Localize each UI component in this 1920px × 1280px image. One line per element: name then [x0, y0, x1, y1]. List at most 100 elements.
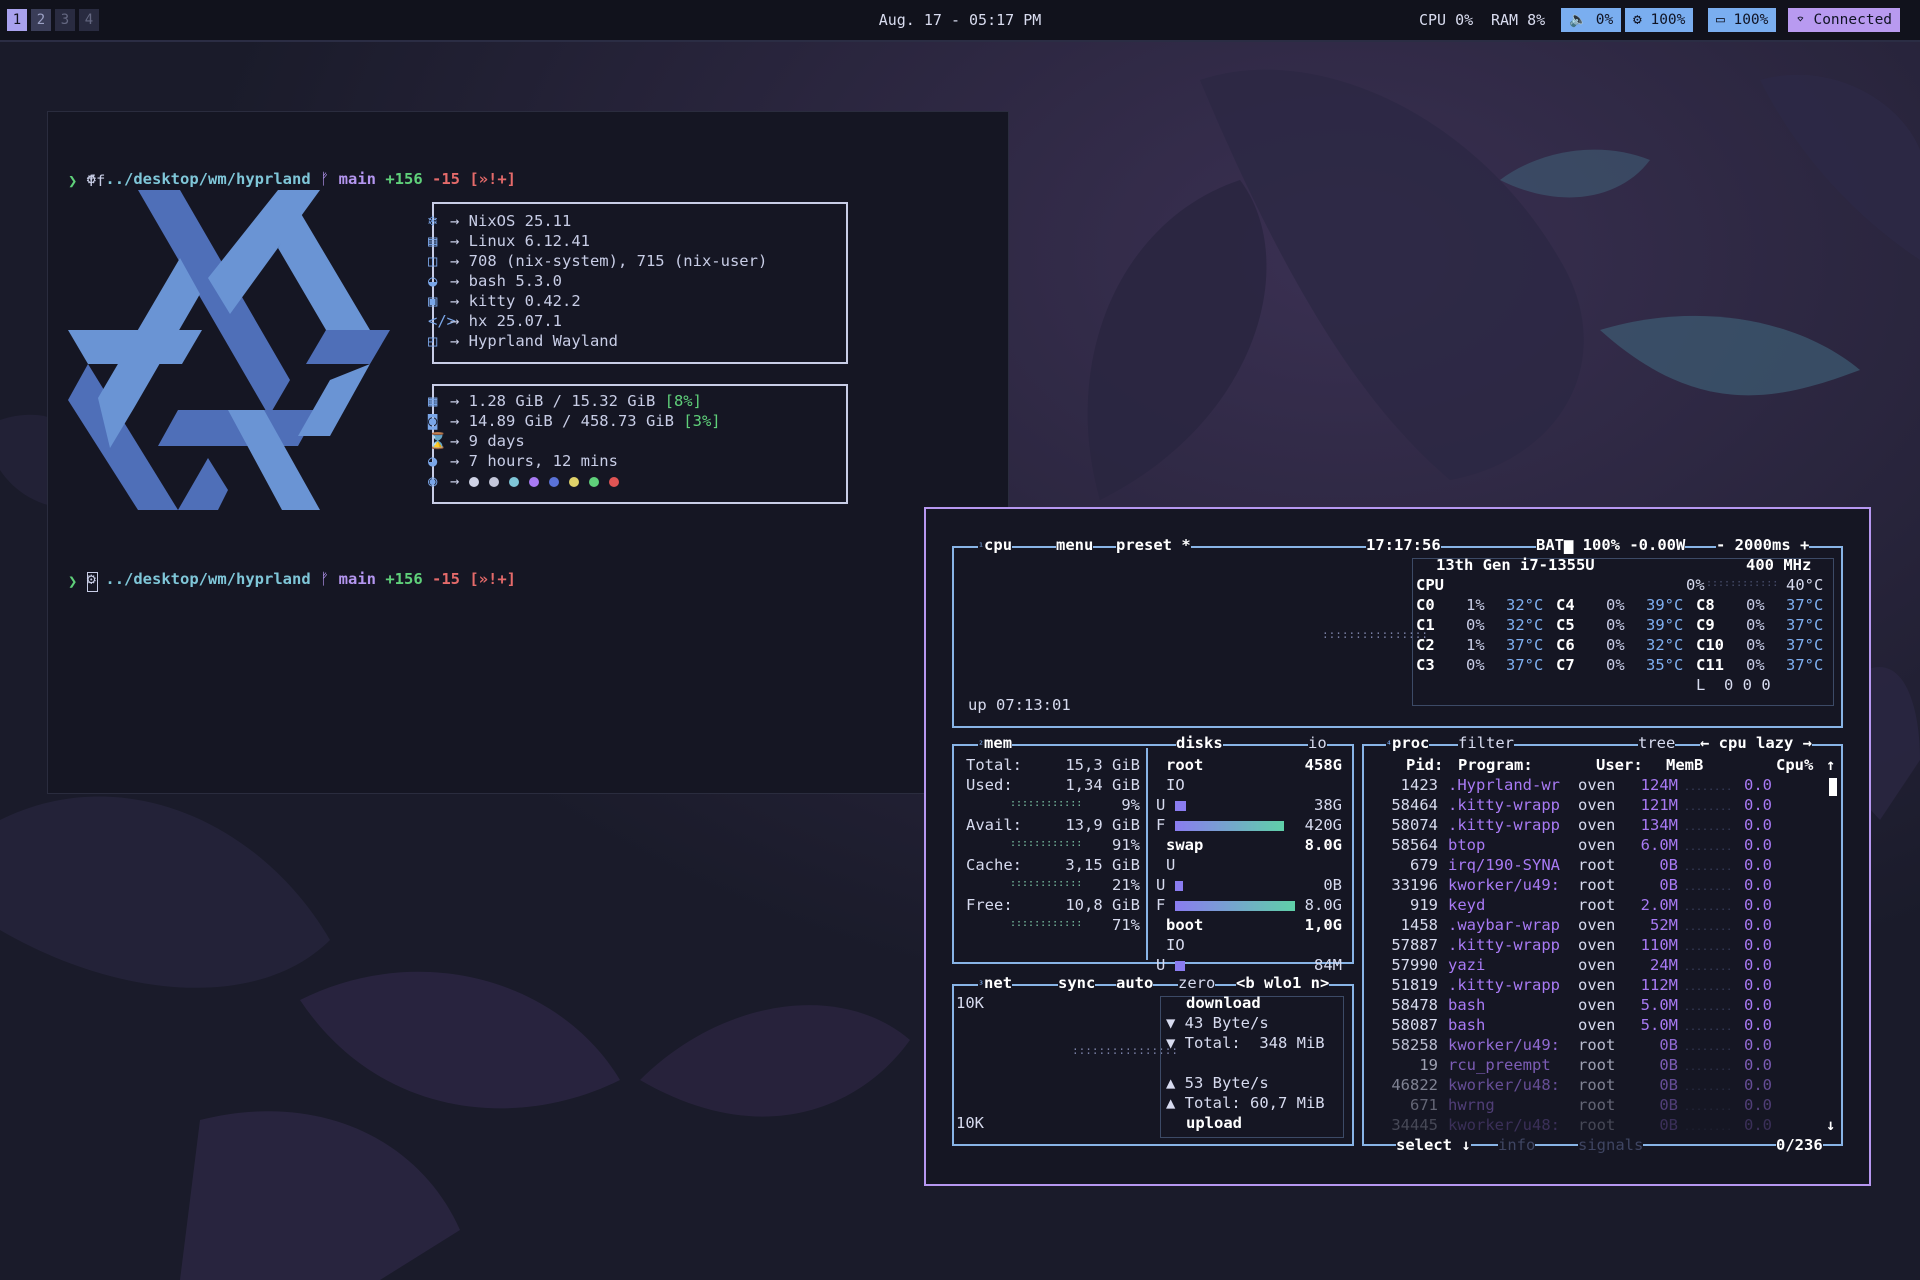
proc-program: yazi	[1448, 956, 1486, 974]
scroll-down-icon[interactable]: ↓	[1826, 1116, 1835, 1134]
table-row[interactable]: 679 irq/190-SYNA root 0B........ 0.0	[1382, 856, 1784, 874]
proc-title[interactable]: proc	[1392, 734, 1429, 752]
net-sync-button[interactable]: sync	[1058, 974, 1096, 992]
net-auto-button[interactable]: auto	[1116, 974, 1154, 992]
core-label: C9	[1696, 616, 1715, 634]
battery-indicator[interactable]: ▭ 100%	[1708, 8, 1777, 32]
mem-meter: ::::::::::::	[1010, 878, 1083, 889]
mem-free-label: Free:	[966, 896, 1013, 914]
proc-program: .kitty-wrapp	[1448, 816, 1560, 834]
proc-cpu: 0.0	[1744, 1016, 1772, 1034]
ff-row-icon: ▣	[428, 292, 438, 310]
proc-cpu: 0.0	[1744, 776, 1772, 794]
disk-name: boot	[1166, 916, 1204, 934]
core-label: C0	[1416, 596, 1435, 614]
proc-info-button[interactable]: info	[1498, 1136, 1536, 1154]
scroll-up-icon[interactable]: ↑	[1826, 756, 1835, 774]
net-zero-button[interactable]: zero	[1178, 974, 1216, 992]
disk-free-label: F	[1156, 816, 1175, 834]
proc-user: oven	[1578, 976, 1616, 994]
update-interval[interactable]: - 2000ms +	[1716, 536, 1810, 554]
table-row[interactable]: 58087 bash oven 5.0M........ 0.0	[1382, 1016, 1784, 1034]
mem-avail-label: Avail:	[966, 816, 1022, 834]
table-row[interactable]: 919 keyd root 2.0M........ 0.0	[1382, 896, 1784, 914]
prompt-path: ../desktop/wm/hyprland	[105, 170, 311, 188]
table-row[interactable]: 51819 .kitty-wrapp oven 112M........ 0.0	[1382, 976, 1784, 994]
palette-color-dot	[588, 476, 599, 487]
proc-signals-button[interactable]: signals	[1578, 1136, 1644, 1154]
volume-button[interactable]: 🔈 0%	[1561, 8, 1622, 32]
proc-cpu: 0.0	[1744, 1076, 1772, 1094]
proc-mem-meter: ........	[1684, 982, 1733, 993]
proc-user: oven	[1578, 936, 1616, 954]
mem-avail-value: 13,9 GiB	[1065, 816, 1140, 834]
table-row[interactable]: 671 hwrng root 0B........ 0.0	[1382, 1096, 1784, 1114]
proc-sort-selector[interactable]: ← cpu lazy →	[1700, 734, 1812, 752]
input-line[interactable]: ❯	[68, 572, 98, 592]
proc-scrollbar[interactable]	[1829, 778, 1837, 796]
mem-title[interactable]: mem	[984, 734, 1012, 752]
proc-select-button[interactable]: select ↓	[1396, 1136, 1471, 1154]
git-added: +156	[385, 570, 423, 588]
cpu-freq: 400 MHz	[1746, 556, 1812, 574]
download-total: ▼ Total: 348 MiB	[1166, 1034, 1325, 1052]
disks-title[interactable]: disks	[1176, 734, 1223, 752]
menu-button[interactable]: menu	[1056, 536, 1094, 554]
proc-tree-button[interactable]: tree	[1638, 734, 1676, 752]
net-scale-top: 10K	[956, 994, 984, 1012]
table-row[interactable]: 58074 .kitty-wrapp oven 134M........ 0.0	[1382, 816, 1784, 834]
table-row[interactable]: 34445 kworker/u48: root 0B........ 0.0	[1382, 1116, 1784, 1134]
proc-cpu: 0.0	[1744, 856, 1772, 874]
table-row[interactable]: 57990 yazi oven 24M........ 0.0	[1382, 956, 1784, 974]
branch-icon: ᚠ	[320, 170, 330, 188]
network-button[interactable]: ⌔ Connected	[1788, 8, 1901, 32]
core-usage: 0%	[1746, 656, 1765, 674]
proc-filter-button[interactable]: filter	[1458, 734, 1514, 752]
net-interface[interactable]: <b wlo1 n>	[1236, 974, 1330, 992]
disk-free-label: F	[1156, 896, 1175, 914]
proc-user: oven	[1578, 776, 1616, 794]
brightness-button[interactable]: ⚙ 100%	[1625, 8, 1694, 32]
table-row[interactable]: 57887 .kitty-wrapp oven 110M........ 0.0	[1382, 936, 1784, 954]
ff-row-text: → 14.89 GiB / 458.73 GiB	[450, 412, 684, 430]
core-label: C4	[1556, 596, 1575, 614]
proc-count: 0/236	[1776, 1136, 1823, 1154]
core-usage: 1%	[1466, 636, 1485, 654]
ff-row-text: → 708 (nix-system), 715 (nix-user)	[450, 252, 768, 270]
disk-used-row: U	[1156, 956, 1185, 974]
net-title[interactable]: net	[984, 974, 1012, 992]
disk-used-row: U	[1156, 796, 1186, 814]
palette-color-dot	[608, 476, 619, 487]
core-usage: 0%	[1606, 616, 1625, 634]
col-cpu: Cpu%	[1776, 756, 1814, 774]
prompt-line-1: ⚙ ../desktop/wm/hyprland ᚠ main +156 -15…	[68, 152, 516, 188]
table-row[interactable]: 1458 .waybar-wrap oven 52M........ 0.0	[1382, 916, 1784, 934]
io-toggle[interactable]: io	[1308, 734, 1327, 752]
table-row[interactable]: 1423 .Hyprland-wr oven 124M........ 0.0	[1382, 776, 1784, 794]
upload-rate: ▲ 53 Byte/s	[1166, 1074, 1269, 1092]
proc-program: btop	[1448, 836, 1486, 854]
proc-user: root	[1578, 1036, 1616, 1054]
mem-disk-divider	[1146, 748, 1148, 960]
prompt-path: ../desktop/wm/hyprland	[105, 570, 311, 588]
ff-box-1-top	[432, 202, 848, 204]
proc-mem: 134M	[1640, 816, 1678, 834]
table-row[interactable]: 19 rcu_preempt root 0B........ 0.0	[1382, 1056, 1784, 1074]
table-row[interactable]: 58258 kworker/u49: root 0B........ 0.0	[1382, 1036, 1784, 1054]
table-row[interactable]: 46822 kworker/u48: root 0B........ 0.0	[1382, 1076, 1784, 1094]
ff-row-text: → 9 days	[450, 432, 525, 450]
table-row[interactable]: 33196 kworker/u49: root 0B........ 0.0	[1382, 876, 1784, 894]
table-row[interactable]: 58464 .kitty-wrapp oven 121M........ 0.0	[1382, 796, 1784, 814]
core-usage: 1%	[1466, 596, 1485, 614]
ff-info-row: ❄ → NixOS 25.11	[428, 212, 571, 230]
core-temp: 37°C	[1506, 656, 1544, 674]
table-row[interactable]: 58478 bash oven 5.0M........ 0.0	[1382, 996, 1784, 1014]
proc-pid: 919	[1410, 896, 1438, 914]
cpu-title[interactable]: cpu	[984, 536, 1012, 554]
preset-button[interactable]: preset *	[1116, 536, 1191, 554]
table-row[interactable]: 58564 btop oven 6.0M........ 0.0	[1382, 836, 1784, 854]
proc-mem: 5.0M	[1640, 996, 1678, 1014]
proc-program: .waybar-wrap	[1448, 916, 1560, 934]
proc-pid: 58464	[1391, 796, 1438, 814]
core-label: C10	[1696, 636, 1724, 654]
